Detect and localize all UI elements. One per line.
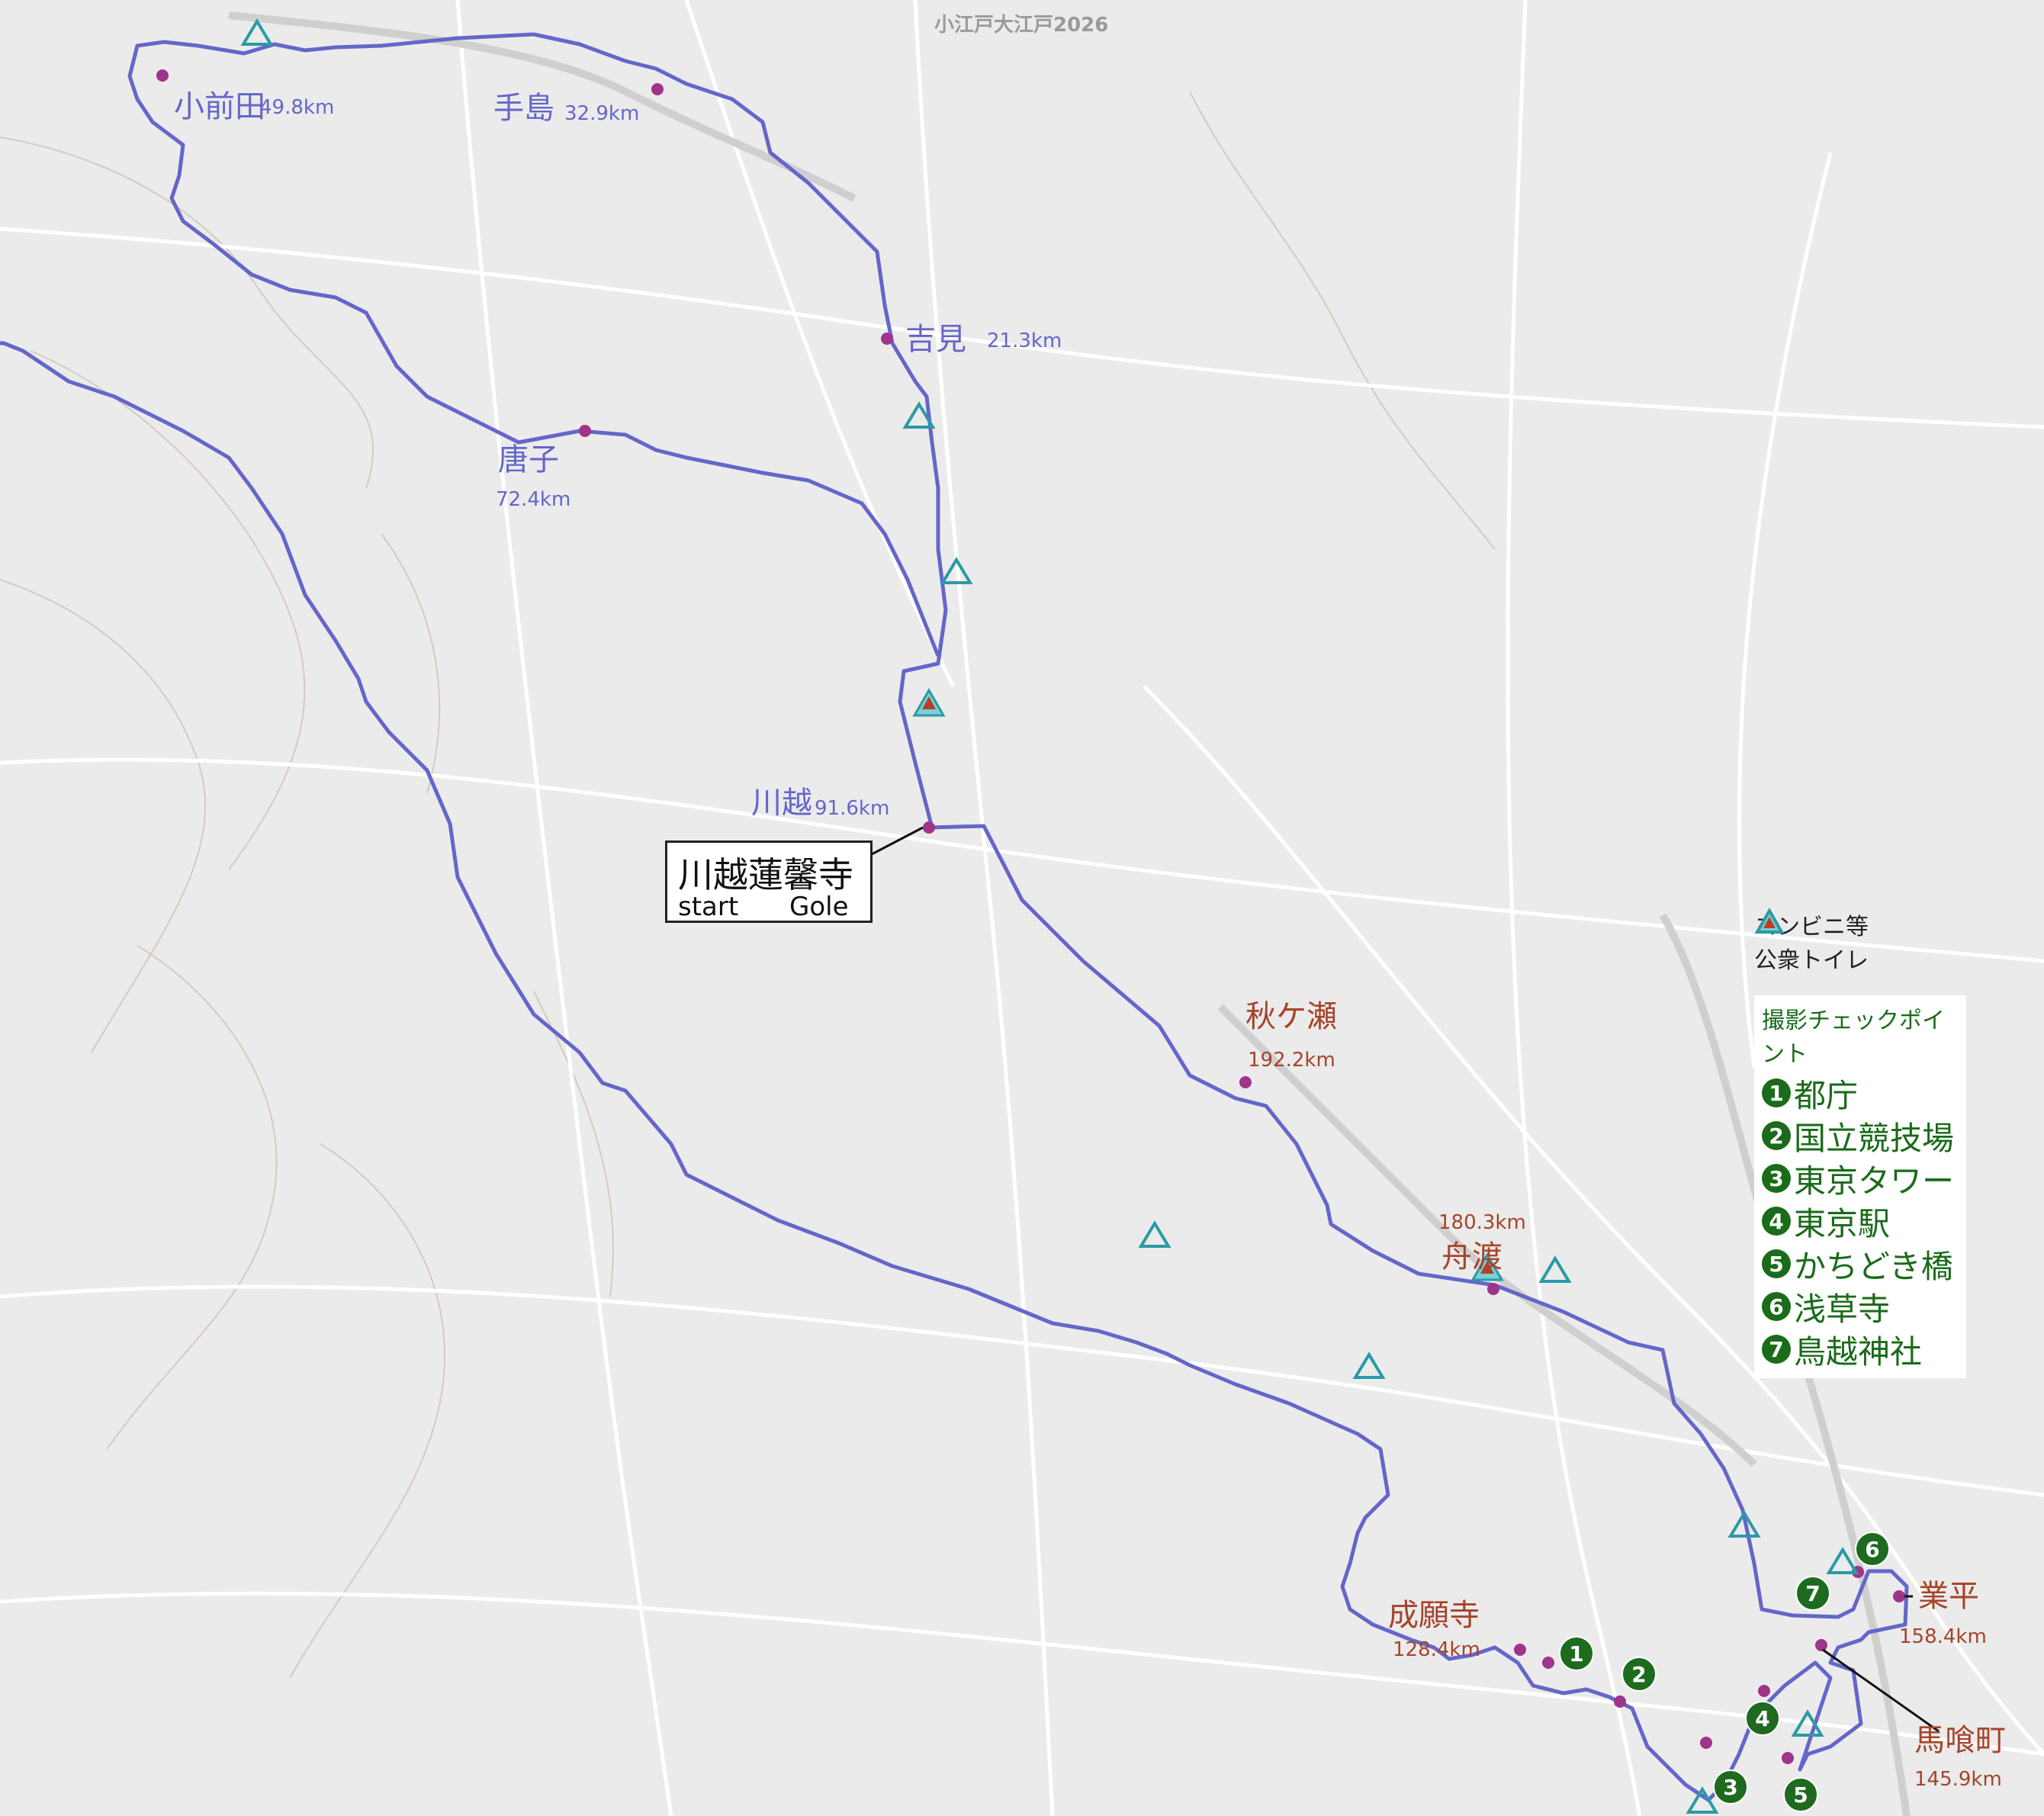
checkpoint-list: 撮影チェックポイント 1 都庁 2 国立競技場 3 東京タワー 4 東京駅 5 … (1754, 995, 1966, 1378)
waypoint-markers (156, 69, 1905, 1764)
place-distance: 32.9km (564, 102, 640, 125)
checkpoint-number: 7 (1762, 1335, 1791, 1364)
place-name: 唐子 (498, 442, 559, 477)
checkpoint-item: 3 東京タワー (1762, 1157, 1960, 1200)
checkpoint-name: 東京駅 (1794, 1204, 1891, 1242)
road-network (0, 0, 2044, 1816)
place-distance: 180.3km (1438, 1211, 1526, 1234)
place-distance: 91.6km (815, 797, 890, 820)
checkpoint-number: 1 (1762, 1078, 1791, 1107)
checkpoint-name: 鳥越神社 (1794, 1332, 1923, 1371)
place-name: 業平 (1918, 1579, 1979, 1614)
toilet-icon (1826, 1547, 1859, 1574)
toilet-icon (1686, 1786, 1719, 1814)
place-distance: 158.4km (1899, 1625, 1987, 1648)
checkpoint-item: 7 鳥越神社 (1762, 1328, 1960, 1371)
checkpoint-badge: 2 (1621, 1657, 1657, 1692)
place-name: 秋ケ瀬 (1245, 999, 1337, 1034)
place-distance: 21.3km (987, 329, 1062, 352)
checkpoint-item: 5 かちどき橋 (1762, 1242, 1960, 1285)
place-name: 手島 (493, 91, 554, 126)
place-distance: 72.4km (496, 488, 571, 511)
convenience-icons (912, 687, 1504, 1281)
checkpoint-name: 都庁 (1794, 1076, 1859, 1114)
place-name: 小前田 (174, 89, 265, 124)
place-name: 成願寺 (1388, 1598, 1480, 1633)
toilet-icon (1538, 1255, 1572, 1283)
place-distance: 145.9km (1914, 1768, 2002, 1791)
checkpoint-badge: 6 (1855, 1532, 1890, 1567)
place-distance: 192.2km (1248, 1049, 1335, 1072)
start-goal-box: 川越蓮馨寺 start Gole (665, 841, 873, 923)
route-line-north (127, 32, 948, 828)
legend: コンビニ等 公衆トイレ (1754, 908, 1869, 975)
checkpoint-item: 6 浅草寺 (1762, 1285, 1960, 1328)
checkpoint-name: 国立競技場 (1794, 1119, 1955, 1157)
place-name: 馬喰町 (1914, 1723, 2006, 1758)
map-canvas (0, 0, 2044, 1816)
place-name: 舟渡 (1441, 1239, 1502, 1274)
toilet-icon (1138, 1220, 1171, 1248)
route-line (0, 341, 1909, 1802)
checkpoint-badge: 4 (1745, 1701, 1780, 1736)
legend-toilet-label: 公衆トイレ (1754, 947, 1869, 974)
checkpoint-number: 5 (1762, 1249, 1791, 1278)
map-title: 小江戸大江戸2026 (934, 14, 1109, 37)
place-name: 吉見 (905, 322, 966, 357)
checkpoint-name: 東京タワー (1794, 1162, 1955, 1200)
rivers (228, 11, 1911, 1816)
route-map: 小江戸大江戸2026 小前田 49.8km 手島 32.9km 吉見 21.3k… (0, 0, 2044, 1816)
toilet-icon (1754, 908, 1785, 934)
checkpoint-number: 4 (1762, 1207, 1791, 1236)
checkpoint-item: 1 都庁 (1762, 1072, 1960, 1114)
checkpoint-name: 浅草寺 (1794, 1290, 1891, 1328)
checkpoint-badge: 5 (1783, 1777, 1818, 1812)
checkpoint-number: 2 (1762, 1121, 1791, 1150)
goal-label: Gole (789, 892, 849, 922)
place-name: 川越 (751, 786, 812, 821)
legend-toilet: 公衆トイレ (1754, 908, 1869, 975)
start-label: start (678, 892, 739, 922)
checkpoint-number: 6 (1762, 1292, 1791, 1321)
toilet-icon (240, 18, 274, 46)
checkpoint-name: かちどき橋 (1794, 1247, 1953, 1285)
checkpoint-badge: 7 (1795, 1576, 1830, 1611)
toilet-icon (1352, 1352, 1386, 1379)
start-name: 川越蓮馨寺 (678, 854, 853, 895)
place-distance: 49.8km (259, 96, 335, 119)
place-distance: 128.4km (1393, 1638, 1480, 1661)
checkpoint-badge: 3 (1713, 1769, 1748, 1805)
checkpoint-list-title: 撮影チェックポイント (1762, 1008, 1945, 1068)
checkpoint-badge: 1 (1559, 1636, 1594, 1671)
checkpoint-item: 2 国立競技場 (1762, 1114, 1960, 1157)
checkpoint-item: 4 東京駅 (1762, 1200, 1960, 1242)
checkpoint-number: 3 (1762, 1164, 1791, 1193)
